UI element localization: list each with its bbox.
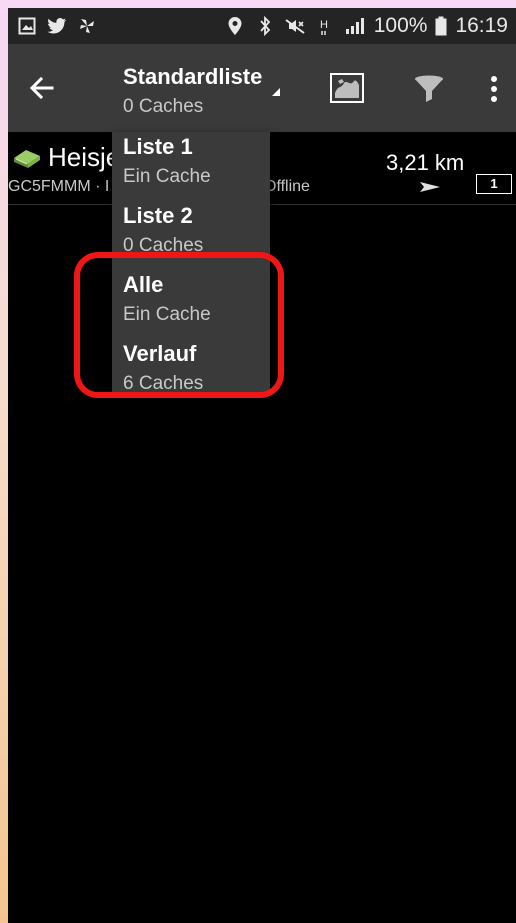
direction-arrow-icon: [420, 180, 440, 192]
cache-count-badge: 1: [476, 174, 512, 194]
mute-icon: [284, 15, 306, 37]
twitter-icon: [46, 15, 68, 37]
h-plus-icon: H: [314, 15, 336, 37]
gallery-icon: [16, 15, 38, 37]
svg-text:H: H: [320, 19, 328, 31]
list-dropdown-menu: Liste 1 Ein Cache Liste 2 0 Caches Alle …: [112, 132, 270, 394]
location-icon: [224, 15, 246, 37]
dropdown-item-count: 0 Caches: [123, 235, 204, 256]
status-bar: H 100% 16:19: [8, 8, 516, 44]
status-left: [8, 15, 98, 37]
dropdown-item-label: Liste 1: [123, 134, 193, 159]
dropdown-item-count: Ein Cache: [123, 304, 211, 325]
phone-screen: H 100% 16:19 Standardliste 0 Caches Heis…: [8, 8, 516, 923]
cache-code: GC5FMMM · I: [8, 178, 110, 195]
cache-name: Heisje: [48, 142, 121, 172]
dropdown-item-verlauf[interactable]: Verlauf 6 Caches: [112, 339, 270, 408]
bluetooth-icon: [254, 15, 276, 37]
cache-status: Offline: [264, 178, 310, 195]
cache-distance: 3,21 km: [386, 150, 465, 175]
traditional-cache-icon: [12, 146, 42, 172]
battery-icon: [435, 15, 447, 37]
overflow-menu-icon[interactable]: [486, 74, 502, 104]
dropdown-item-liste-2[interactable]: Liste 2 0 Caches: [112, 201, 270, 270]
dropdown-item-label: Alle: [123, 272, 164, 297]
dropdown-item-liste-1[interactable]: Liste 1 Ein Cache: [112, 132, 270, 201]
map-icon[interactable]: [330, 73, 364, 103]
back-arrow-icon[interactable]: [26, 72, 58, 104]
dropdown-item-label: Verlauf: [123, 341, 197, 366]
spinner-dropdown-icon[interactable]: [272, 88, 280, 96]
dropdown-item-count: Ein Cache: [123, 166, 211, 187]
filter-icon[interactable]: [413, 74, 445, 104]
list-selector-title[interactable]: Standardliste: [123, 64, 262, 90]
status-right: H 100% 16:19: [224, 14, 516, 38]
list-selector-subtitle[interactable]: 0 Caches: [123, 96, 203, 118]
action-bar: Standardliste 0 Caches: [8, 44, 516, 132]
dropdown-item-count: 6 Caches: [123, 373, 204, 394]
battery-percent: 100%: [373, 14, 428, 37]
signal-icon: [344, 15, 366, 37]
dropdown-item-label: Liste 2: [123, 203, 193, 228]
pinwheel-icon: [76, 15, 98, 37]
dropdown-item-alle[interactable]: Alle Ein Cache: [112, 270, 270, 339]
clock: 16:19: [455, 14, 508, 37]
